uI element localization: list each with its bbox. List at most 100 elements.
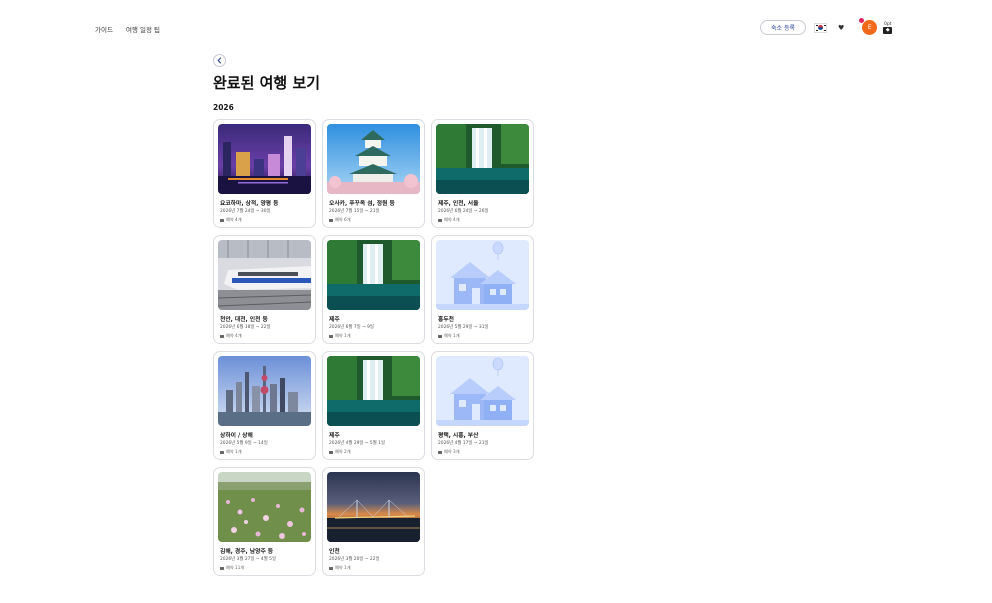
- booking-count-label: 예약 4개: [226, 217, 242, 222]
- booking-count-label: 예약 1개: [335, 333, 351, 338]
- castle-image: [327, 124, 420, 194]
- trip-title: 인천: [329, 549, 340, 555]
- trip-card[interactable]: 천안, 대전, 인천 등 2026년 6월 18일 ~ 22일 예약 4개: [213, 235, 316, 344]
- booking-count-label: 예약 1개: [335, 565, 351, 570]
- trip-dates: 2026년 6월 7일 ~ 9일: [329, 325, 374, 330]
- trip-card[interactable]: 제주, 인천, 서울 2026년 6월 24일 ~ 26일 예약 4개: [431, 119, 534, 228]
- trip-thumbnail: [327, 124, 420, 194]
- trip-thumbnail: [218, 124, 311, 194]
- trip-dates: 2026년 7월 15일 ~ 21일: [329, 209, 380, 214]
- trip-booking-count: 예약 6개: [329, 217, 420, 223]
- trip-thumbnail: [327, 240, 420, 310]
- suitcase-icon: [438, 218, 442, 222]
- wallet-icon: ◆: [883, 26, 893, 34]
- waterfall-image: [327, 356, 420, 426]
- trip-title: 홍두천: [438, 317, 454, 323]
- trip-booking-count: 예약 4개: [220, 333, 311, 339]
- trip-dates: 2026년 6월 24일 ~ 26일: [438, 209, 489, 214]
- suitcase-icon: [329, 334, 333, 338]
- back-button[interactable]: [213, 54, 226, 67]
- trip-title: 요코하마, 상적, 양평 등: [220, 201, 279, 207]
- trip-dates: 2026년 5월 29일 ~ 31일: [438, 325, 489, 330]
- trip-booking-count: 예약 11개: [220, 565, 311, 571]
- trip-thumbnail: [327, 472, 420, 542]
- trip-card[interactable]: 제주 2026년 4월 29일 ~ 5월 1일 예약 2개: [322, 351, 425, 460]
- trip-card[interactable]: 김해, 경주, 남양주 등 2026년 3월 27일 ~ 4월 5일 예약 11…: [213, 467, 316, 576]
- trip-title: 평택, 시흥, 부산: [438, 433, 479, 439]
- flower-field-image: [218, 472, 311, 542]
- header-actions: 숙소 등록 ♥ E 0pt ◆: [760, 18, 893, 35]
- korea-flag-icon[interactable]: [814, 22, 827, 33]
- trip-dates: 2026년 4월 17일 ~ 21일: [438, 441, 489, 446]
- nav-travel-tips-link[interactable]: 여행 일정 팁: [126, 24, 160, 34]
- train-station-image: [218, 240, 311, 310]
- register-property-button[interactable]: 숙소 등록: [760, 20, 806, 35]
- booking-count-label: 예약 6개: [335, 217, 351, 222]
- trip-thumbnail: [436, 356, 529, 426]
- year-heading: 2026: [213, 103, 234, 112]
- page-title: 완료된 여행 보기: [213, 74, 321, 92]
- trip-thumbnail: [218, 240, 311, 310]
- city-skyline-image: [218, 356, 311, 426]
- trip-booking-count: 예약 1개: [329, 565, 420, 571]
- trip-card[interactable]: 홍두천 2026년 5월 29일 ~ 31일 예약 1개: [431, 235, 534, 344]
- points-label: 0pt: [884, 21, 892, 27]
- bridge-night-image: [327, 472, 420, 542]
- trip-card[interactable]: 오사카, 푸꾸옥 섬, 정원 등 2026년 7월 15일 ~ 21일 예약 6…: [322, 119, 425, 228]
- trip-booking-count: 예약 4개: [220, 217, 311, 223]
- city-night-image: [218, 124, 311, 194]
- trip-thumbnail: [218, 356, 311, 426]
- trip-booking-count: 예약 4개: [438, 217, 529, 223]
- suitcase-icon: [220, 566, 224, 570]
- trip-dates: 2026년 5월 9일 ~ 14일: [220, 441, 268, 446]
- trip-title: 천안, 대전, 인천 등: [220, 317, 268, 323]
- trip-booking-count: 예약 1개: [220, 449, 311, 455]
- trip-title: 제주, 인천, 서울: [438, 201, 479, 207]
- nav-guide-link[interactable]: 가이드: [95, 24, 113, 34]
- trip-dates: 2026년 3월 27일 ~ 4월 5일: [220, 557, 276, 562]
- booking-count-label: 예약 4개: [444, 217, 460, 222]
- house-placeholder-image: [436, 240, 529, 310]
- booking-count-label: 예약 11개: [226, 565, 245, 570]
- trip-grid: 요코하마, 상적, 양평 등 2026년 7월 24일 ~ 30일 예약 4개: [213, 119, 534, 576]
- trip-thumbnail: [436, 240, 529, 310]
- trip-card[interactable]: 평택, 시흥, 부산 2026년 4월 17일 ~ 21일 예약 3개: [431, 351, 534, 460]
- suitcase-icon: [220, 218, 224, 222]
- trip-card[interactable]: 제주 2026년 6월 7일 ~ 9일 예약 1개: [322, 235, 425, 344]
- suitcase-icon: [329, 450, 333, 454]
- trip-dates: 2026년 6월 18일 ~ 22일: [220, 325, 271, 330]
- trip-card[interactable]: 인천 2026년 3월 20일 ~ 22일 예약 1개: [322, 467, 425, 576]
- trip-title: 김해, 경주, 남양주 등: [220, 549, 274, 555]
- trip-booking-count: 예약 2개: [329, 449, 420, 455]
- suitcase-icon: [220, 450, 224, 454]
- trip-card[interactable]: 상하이 / 상해 2026년 5월 9일 ~ 14일 예약 1개: [213, 351, 316, 460]
- trip-dates: 2026년 3월 20일 ~ 22일: [329, 557, 380, 562]
- suitcase-icon: [438, 450, 442, 454]
- trip-thumbnail: [436, 124, 529, 194]
- booking-count-label: 예약 2개: [335, 449, 351, 454]
- trip-thumbnail: [327, 356, 420, 426]
- waterfall-image: [436, 124, 529, 194]
- avatar: E: [862, 20, 878, 35]
- trip-title: 상하이 / 상해: [220, 433, 253, 439]
- booking-count-label: 예약 1개: [226, 449, 242, 454]
- heart-icon[interactable]: ♥: [838, 24, 844, 32]
- house-placeholder-image: [436, 356, 529, 426]
- trip-booking-count: 예약 3개: [438, 449, 529, 455]
- waterfall-image: [327, 240, 420, 310]
- profile-menu[interactable]: E: [859, 18, 878, 35]
- trip-booking-count: 예약 1개: [329, 333, 420, 339]
- trip-card[interactable]: 요코하마, 상적, 양평 등 2026년 7월 24일 ~ 30일 예약 4개: [213, 119, 316, 228]
- points-widget[interactable]: 0pt ◆: [883, 21, 893, 34]
- suitcase-icon: [329, 566, 333, 570]
- suitcase-icon: [329, 218, 333, 222]
- trip-dates: 2026년 4월 29일 ~ 5월 1일: [329, 441, 385, 446]
- booking-count-label: 예약 1개: [444, 333, 460, 338]
- trip-title: 제주: [329, 433, 340, 439]
- top-nav: 가이드 여행 일정 팁: [95, 24, 160, 34]
- trip-title: 오사카, 푸꾸옥 섬, 정원 등: [329, 201, 395, 207]
- chevron-left-icon: [217, 57, 222, 64]
- trip-title: 제주: [329, 317, 340, 323]
- booking-count-label: 예약 4개: [226, 333, 242, 338]
- booking-count-label: 예약 3개: [444, 449, 460, 454]
